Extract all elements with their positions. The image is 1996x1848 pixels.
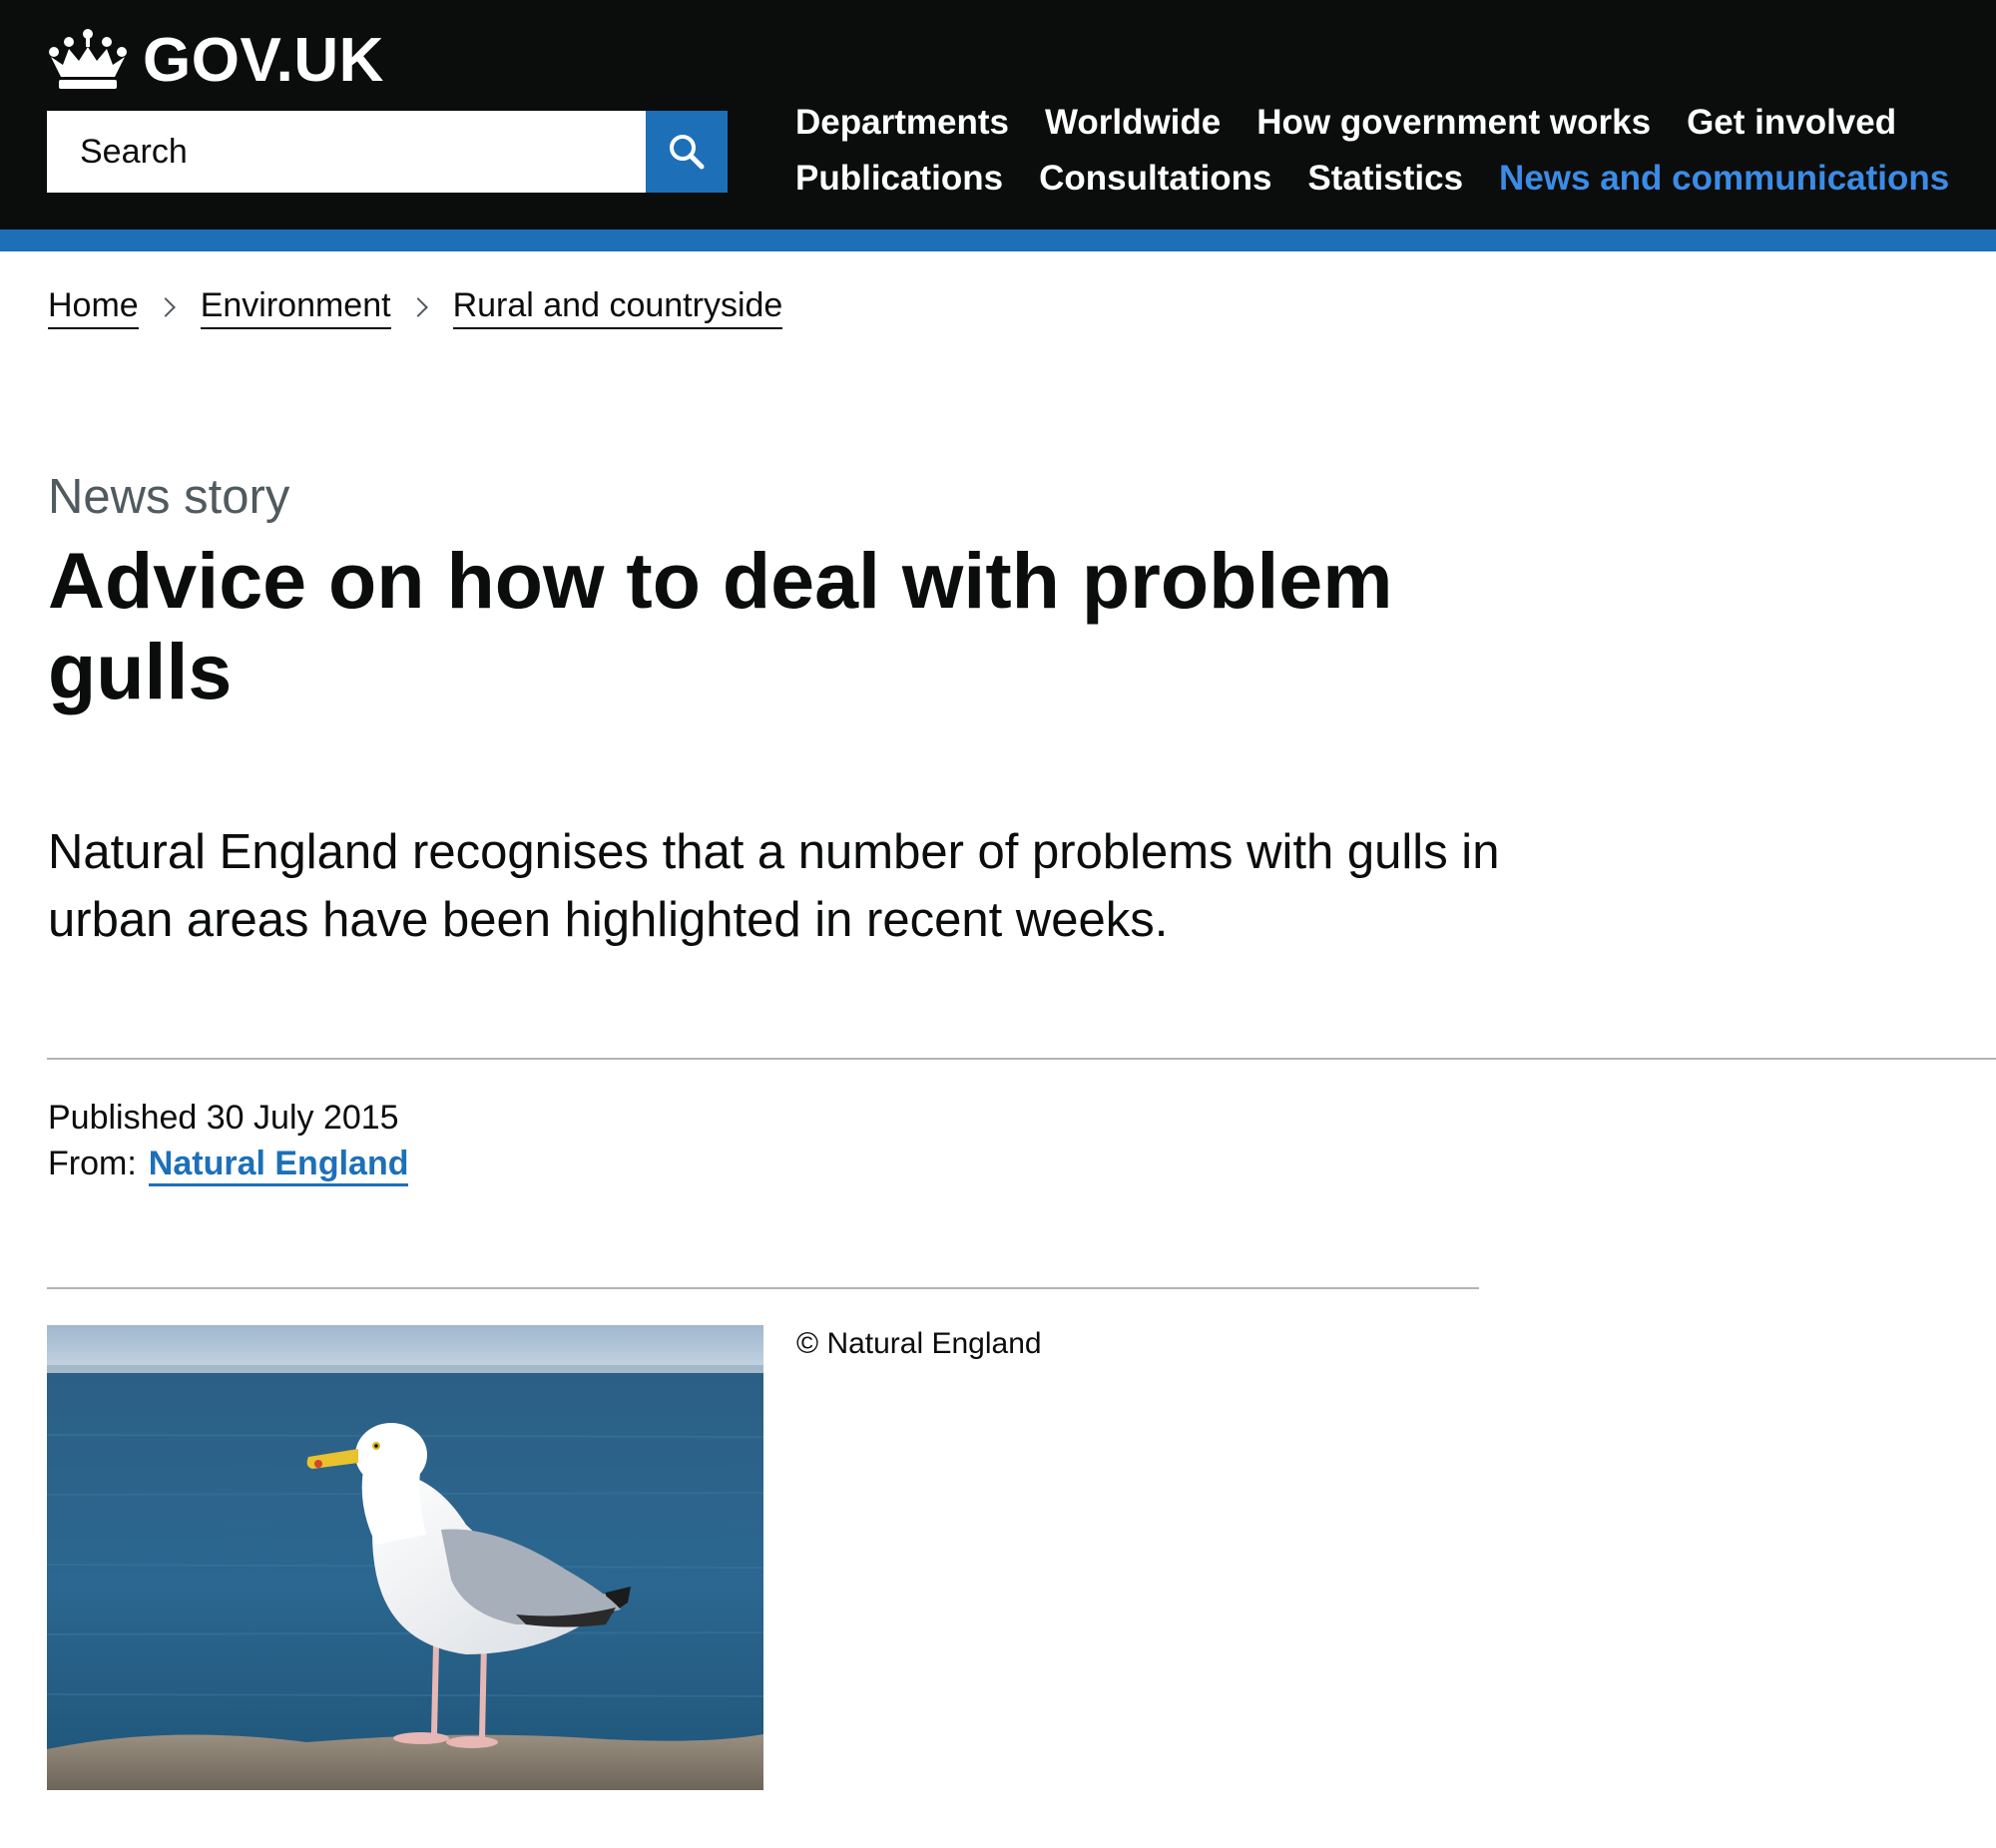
header-blue-bar	[0, 230, 1996, 251]
gull-photo	[47, 1325, 763, 1790]
divider	[47, 1287, 1479, 1289]
govuk-logo[interactable]: GOV.UK	[47, 22, 384, 98]
nav-worldwide[interactable]: Worldwide	[1045, 103, 1221, 142]
from-label: From:	[48, 1145, 137, 1182]
breadcrumb-environment[interactable]: Environment	[200, 285, 391, 329]
logo-text: GOV.UK	[143, 25, 384, 95]
nav-news-and-communications[interactable]: News and communications	[1499, 159, 1949, 198]
content-type-caption: News story	[48, 470, 290, 524]
nav-get-involved[interactable]: Get involved	[1687, 103, 1896, 142]
image-credit: © Natural England	[796, 1327, 1042, 1360]
divider	[47, 1058, 1996, 1060]
nav-consultations[interactable]: Consultations	[1039, 159, 1271, 198]
lead-paragraph: Natural England recognises that a number…	[48, 825, 1500, 947]
published-date: Published 30 July 2015	[48, 1099, 399, 1137]
search-icon	[670, 135, 705, 170]
crown-icon	[49, 29, 127, 89]
search-button[interactable]	[646, 111, 728, 193]
nav-publications[interactable]: Publications	[795, 159, 1003, 198]
nav-how-government-works[interactable]: How government works	[1256, 103, 1651, 142]
chevron-right-icon	[155, 297, 176, 317]
site-header: GOV.UK Departments Worldwide How governm…	[0, 0, 1996, 230]
main-nav: Departments Worldwide How government wor…	[795, 102, 1993, 200]
search-form	[47, 111, 728, 193]
breadcrumb-home[interactable]: Home	[48, 285, 139, 329]
from-row: From: Natural England	[48, 1141, 409, 1186]
nav-statistics[interactable]: Statistics	[1307, 159, 1463, 198]
metadata: Published 30 July 2015 From: Natural Eng…	[48, 1095, 409, 1186]
breadcrumb-rural-and-countryside[interactable]: Rural and countryside	[452, 285, 783, 329]
nav-departments[interactable]: Departments	[795, 103, 1009, 142]
page-title: Advice on how to deal with problem gulls	[48, 536, 1393, 715]
search-input[interactable]	[47, 111, 646, 193]
chevron-right-icon	[407, 297, 428, 317]
organisation-link[interactable]: Natural England	[148, 1144, 409, 1186]
breadcrumb: Home Environment Rural and countryside	[48, 285, 783, 329]
